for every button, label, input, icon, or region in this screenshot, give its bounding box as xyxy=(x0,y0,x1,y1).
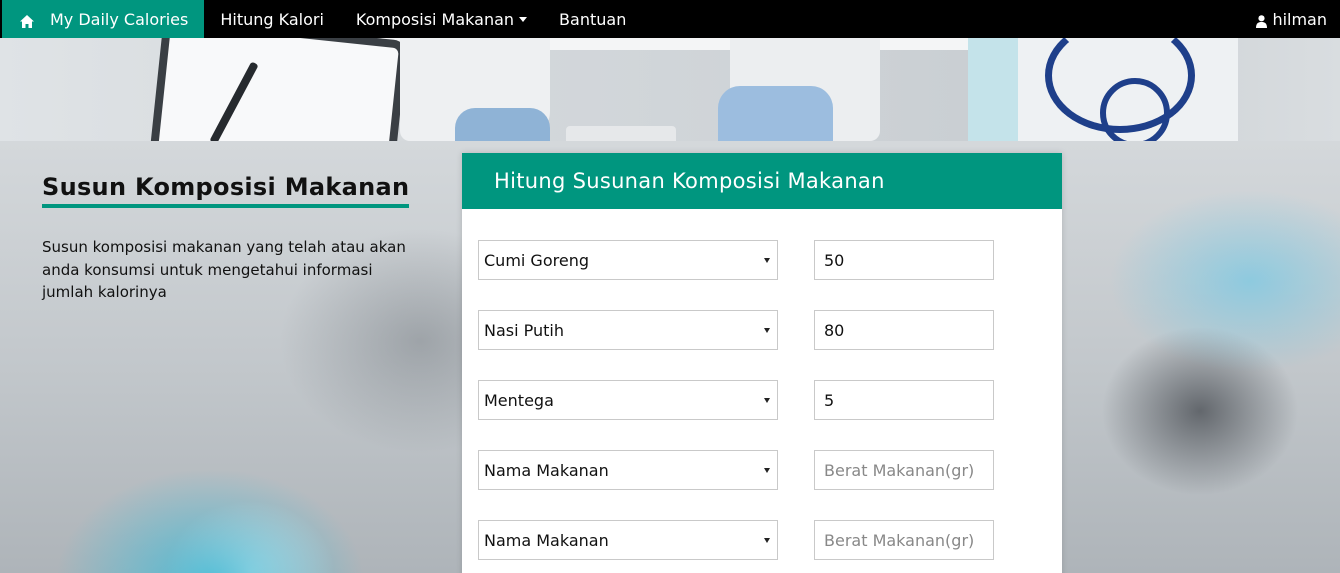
food-row: Cumi Goreng 50 xyxy=(478,240,998,280)
weight-input-value: 80 xyxy=(824,320,845,340)
food-select-value: Nama Makanan xyxy=(484,530,609,550)
food-select[interactable]: Nasi Putih xyxy=(478,310,778,350)
food-select[interactable]: Nama Makanan xyxy=(478,520,778,560)
card-title: Hitung Susunan Komposisi Makanan xyxy=(494,169,885,193)
brand-link[interactable]: My Daily Calories xyxy=(2,0,205,38)
food-select-value: Nama Makanan xyxy=(484,460,609,480)
brand-label: My Daily Calories xyxy=(50,9,189,29)
dropdown-arrow-icon xyxy=(764,258,770,263)
weight-input-value: 50 xyxy=(824,250,845,270)
nav-item-bantuan[interactable]: Bantuan xyxy=(543,0,642,38)
weight-input-value: 5 xyxy=(824,390,835,410)
food-select[interactable]: Nama Makanan xyxy=(478,450,778,490)
home-icon xyxy=(20,13,34,28)
food-row: Nama Makanan Berat Makanan(gr) xyxy=(478,520,998,560)
laptop-illustration xyxy=(566,126,676,141)
clipboard-illustration xyxy=(147,38,408,141)
food-row: Nama Makanan Berat Makanan(gr) xyxy=(478,450,998,490)
food-select-value: Cumi Goreng xyxy=(484,250,589,270)
hero-banner-image xyxy=(0,38,1340,141)
page-title: Susun Komposisi Makanan xyxy=(42,172,410,208)
nav-item-komposisi-makanan[interactable]: Komposisi Makanan xyxy=(340,0,543,38)
dropdown-arrow-icon xyxy=(764,398,770,403)
weight-input-placeholder: Berat Makanan(gr) xyxy=(824,460,975,480)
food-row: Nasi Putih 80 xyxy=(478,310,998,350)
user-icon xyxy=(1256,13,1268,28)
weight-input[interactable]: 50 xyxy=(814,240,994,280)
food-select-value: Mentega xyxy=(484,390,554,410)
composition-form-card: Hitung Susunan Komposisi Makanan Cumi Go… xyxy=(462,153,1062,573)
weight-input-placeholder: Berat Makanan(gr) xyxy=(824,530,975,550)
user-menu[interactable]: hilman xyxy=(1256,0,1340,38)
sleeve-illustration xyxy=(718,86,833,141)
box-illustration xyxy=(968,38,1018,141)
stethoscope-illustration xyxy=(1100,78,1170,141)
caret-down-icon xyxy=(519,16,528,22)
food-select-value: Nasi Putih xyxy=(484,320,565,340)
top-navbar: My Daily Calories Hitung Kalori Komposis… xyxy=(0,0,1340,38)
food-select[interactable]: Cumi Goreng xyxy=(478,240,778,280)
dropdown-arrow-icon xyxy=(764,328,770,333)
weight-input[interactable]: 5 xyxy=(814,380,994,420)
sleeve-illustration xyxy=(455,108,550,141)
weight-input[interactable]: Berat Makanan(gr) xyxy=(814,450,994,490)
user-name: hilman xyxy=(1272,9,1327,29)
nav-item-label: Hitung Kalori xyxy=(220,9,324,29)
food-row: Mentega 5 xyxy=(478,380,998,420)
weight-input[interactable]: Berat Makanan(gr) xyxy=(814,520,994,560)
page-description: Susun komposisi makanan yang telah atau … xyxy=(42,238,406,301)
nav-item-label: Bantuan xyxy=(559,9,627,29)
nav-item-hitung-kalori[interactable]: Hitung Kalori xyxy=(204,0,340,38)
card-header: Hitung Susunan Komposisi Makanan xyxy=(462,153,1062,209)
dropdown-arrow-icon xyxy=(764,538,770,543)
food-select[interactable]: Mentega xyxy=(478,380,778,420)
dropdown-arrow-icon xyxy=(764,468,770,473)
weight-input[interactable]: 80 xyxy=(814,310,994,350)
nav-item-label: Komposisi Makanan xyxy=(355,9,515,29)
